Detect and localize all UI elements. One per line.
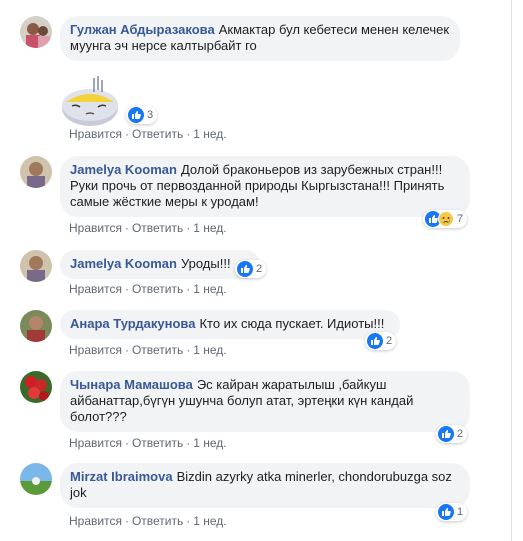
comment-bubble: Mirzat Ibraimova Bizdin azyrky atka miner… — [60, 463, 470, 508]
sad-reaction-icon — [438, 211, 454, 227]
comment-text: Кто их сюда пускает. Идиоты!!! — [199, 316, 385, 331]
like-link[interactable]: Нравится — [69, 436, 122, 450]
reaction-summary[interactable]: 1 — [436, 503, 468, 521]
like-reaction-icon — [128, 107, 144, 123]
reaction-count: 2 — [256, 263, 263, 275]
comment-actions: Нравится · Ответить · 1 нед. — [69, 514, 227, 528]
like-reaction-icon — [237, 261, 253, 277]
avatar[interactable] — [20, 156, 52, 188]
like-link[interactable]: Нравится — [69, 221, 122, 235]
comment-timestamp[interactable]: 1 нед. — [193, 127, 226, 141]
reaction-count: 2 — [457, 428, 464, 440]
like-link[interactable]: Нравится — [69, 282, 122, 296]
reaction-count: 2 — [386, 335, 393, 347]
reply-link[interactable]: Ответить — [132, 221, 183, 235]
like-link[interactable]: Нравится — [69, 514, 122, 528]
reaction-count: 7 — [457, 213, 464, 225]
comment-timestamp[interactable]: 1 нед. — [193, 221, 226, 235]
comment-author[interactable]: Анара Турдакунова — [70, 316, 195, 331]
comment-timestamp[interactable]: 1 нед. — [193, 282, 226, 296]
like-link[interactable]: Нравится — [69, 343, 122, 357]
comment-author[interactable]: Jamelya Kooman — [70, 256, 177, 271]
reaction-summary[interactable]: 3 — [126, 106, 158, 124]
comment-author[interactable]: Mirzat Ibraimova — [70, 469, 173, 484]
avatar[interactable] — [20, 16, 52, 48]
like-reaction-icon — [438, 504, 454, 520]
like-link[interactable]: Нравится — [69, 127, 122, 141]
reply-link[interactable]: Ответить — [132, 343, 183, 357]
avatar[interactable] — [20, 463, 52, 495]
sad-face-sticker — [60, 72, 122, 134]
reaction-summary[interactable]: 2 — [365, 332, 397, 350]
reply-link[interactable]: Ответить — [132, 514, 183, 528]
reaction-summary[interactable]: 2 — [436, 425, 468, 443]
comment-author[interactable]: Гулжан Абдыразакова — [70, 22, 215, 37]
avatar[interactable] — [20, 250, 52, 282]
comment-actions: Нравится · Ответить · 1 нед. — [69, 282, 227, 296]
like-reaction-icon — [367, 333, 383, 349]
like-reaction-icon — [438, 426, 454, 442]
comment-actions: Нравится · Ответить · 1 нед. — [69, 127, 227, 141]
comment-author[interactable]: Jamelya Kooman — [70, 162, 177, 177]
reaction-summary[interactable]: 2 — [235, 260, 267, 278]
avatar[interactable] — [20, 310, 52, 342]
comment-bubble: Чынара Мамашова Эс кайран жаратылыш ,байк… — [60, 371, 470, 432]
comment-bubble: Анара Турдакунова Кто их сюда пускает. Ид… — [60, 310, 400, 339]
comment-actions: Нравится · Ответить · 1 нед. — [69, 436, 227, 450]
avatar[interactable] — [20, 371, 52, 403]
comment-text: Уроды!!! — [180, 256, 231, 271]
reply-link[interactable]: Ответить — [132, 436, 183, 450]
comment-timestamp[interactable]: 1 нед. — [193, 343, 226, 357]
comment-bubble: Jamelya Kooman Уроды!!! — [60, 250, 260, 279]
reply-link[interactable]: Ответить — [132, 127, 183, 141]
comment-author[interactable]: Чынара Мамашова — [70, 377, 193, 392]
comment-actions: Нравится · Ответить · 1 нед. — [69, 343, 227, 357]
reply-link[interactable]: Ответить — [132, 282, 183, 296]
comment-bubble: Гулжан Абдыразакова Акмактар бул кебетеси… — [60, 16, 460, 61]
comment-timestamp[interactable]: 1 нед. — [193, 436, 226, 450]
reaction-count: 3 — [147, 109, 154, 121]
comment-timestamp[interactable]: 1 нед. — [193, 514, 226, 528]
right-divider — [511, 0, 512, 541]
reaction-summary[interactable]: 7 — [423, 210, 468, 228]
reaction-count: 1 — [457, 506, 464, 518]
comment-actions: Нравится · Ответить · 1 нед. — [69, 221, 227, 235]
comment-bubble: Jamelya Kooman Долой браконьеров из заруб… — [60, 156, 470, 217]
